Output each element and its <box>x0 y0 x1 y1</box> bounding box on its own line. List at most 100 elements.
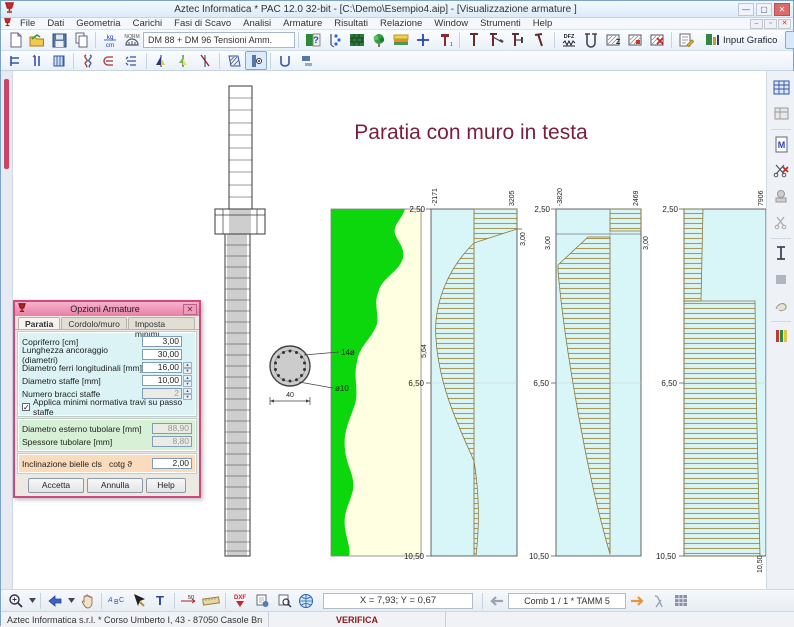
ibeam-icon[interactable] <box>769 241 793 265</box>
pan-hand-icon[interactable] <box>76 591 98 610</box>
lambda-icon[interactable] <box>648 591 670 610</box>
table-export-icon[interactable] <box>769 101 793 125</box>
new-document-icon[interactable] <box>4 31 26 50</box>
stamp-icon[interactable] <box>769 184 793 208</box>
bricks-icon[interactable] <box>346 31 368 50</box>
mdi-close-button[interactable]: ✕ <box>778 19 791 29</box>
menu-dati[interactable]: Dati <box>41 18 70 29</box>
wall-section-icon[interactable] <box>4 51 26 70</box>
maximize-button[interactable]: ▢ <box>756 3 772 16</box>
menu-carichi[interactable]: Carichi <box>127 18 169 29</box>
menu-fasi-di-scavo[interactable]: Fasi di Scavo <box>168 18 237 29</box>
tab-paratia[interactable]: Paratia <box>18 317 60 329</box>
menu-armature[interactable]: Armature <box>277 18 328 29</box>
undo-menu-arrow-icon[interactable] <box>66 591 76 610</box>
color-bars-icon[interactable] <box>769 324 793 348</box>
spring-dfz-icon[interactable]: DFZ <box>558 31 580 50</box>
menu-risultati[interactable]: Risultati <box>328 18 374 29</box>
hatch-delete-icon[interactable] <box>646 31 668 50</box>
u-profile-icon[interactable] <box>274 51 296 70</box>
combination-selector[interactable]: Comb 1 / 1 * TAMM 5 <box>508 593 626 609</box>
dxf-export-icon[interactable]: DXF <box>229 591 251 610</box>
bielle-field[interactable]: 2,00 <box>152 458 192 469</box>
accetta-button[interactable]: Accetta <box>28 478 84 493</box>
copriferro-field[interactable]: 3,00 <box>142 336 182 347</box>
normative-icon[interactable]: NORM <box>121 31 143 50</box>
stirrup-e-icon[interactable] <box>99 51 121 70</box>
minimize-button[interactable]: — <box>738 3 754 16</box>
save-icon[interactable] <box>48 31 70 50</box>
ruler-icon[interactable] <box>200 591 222 610</box>
dock-handle[interactable] <box>4 79 9 169</box>
rebar-vertical-icon[interactable] <box>26 51 48 70</box>
next-comb-icon[interactable] <box>626 591 648 610</box>
hatch-section-icon[interactable] <box>223 51 245 70</box>
measure-50-icon[interactable]: 50 <box>178 591 200 610</box>
shear-diagram-icon[interactable] <box>172 51 194 70</box>
sketch-icon[interactable] <box>769 293 793 317</box>
fill-square-icon[interactable] <box>769 267 793 291</box>
menu-help[interactable]: Help <box>527 18 559 29</box>
tab-cordolo-muro[interactable]: Cordolo/muro <box>61 317 127 329</box>
stirrup-double-icon[interactable] <box>121 51 143 70</box>
ferri-longitudinali-spinner[interactable]: ▲▼ <box>183 362 192 373</box>
open-folder-icon[interactable] <box>26 31 48 50</box>
menu-window[interactable]: Window <box>428 18 474 29</box>
print-preview-icon[interactable] <box>273 591 295 610</box>
print-setup-icon[interactable] <box>251 591 273 610</box>
ferri-longitudinali-field[interactable]: 16,00 <box>142 362 182 373</box>
select-pointer-icon[interactable] <box>127 591 149 610</box>
close-button[interactable]: ✕ <box>774 3 790 16</box>
rebar-mesh-icon[interactable] <box>48 51 70 70</box>
web-globe-icon[interactable] <box>295 591 317 610</box>
soil-layers-icon[interactable] <box>390 31 412 50</box>
diametro-staffe-field[interactable]: 10,00 <box>142 375 182 386</box>
clamp-icon[interactable] <box>580 31 602 50</box>
mdi-restore-button[interactable]: ▫ <box>764 19 777 29</box>
prev-comb-icon[interactable] <box>486 591 508 610</box>
notes-icon[interactable] <box>675 31 697 50</box>
dialog-title-bar[interactable]: Opzioni Armature ✕ <box>15 302 199 316</box>
menu-strumenti[interactable]: Strumenti <box>474 18 527 29</box>
undo-view-icon[interactable] <box>44 591 66 610</box>
ancoraggio-field[interactable]: 30,00 <box>142 349 182 360</box>
axes-icon[interactable] <box>412 31 434 50</box>
input-grafico-button[interactable]: Input Grafico <box>697 31 785 49</box>
menu-relazione[interactable]: Relazione <box>374 18 428 29</box>
annulla-button[interactable]: Annulla <box>87 478 143 493</box>
text-abc-icon[interactable]: ABC <box>105 591 127 610</box>
zoom-icon[interactable] <box>5 591 27 610</box>
pile-hammer-icon[interactable]: 1 <box>434 31 456 50</box>
cut-icon[interactable] <box>769 210 793 234</box>
diametro-staffe-spinner[interactable]: ▲▼ <box>183 375 192 386</box>
legend-icon[interactable] <box>296 51 318 70</box>
stirrup-s-icon[interactable] <box>77 51 99 70</box>
vegetation-icon[interactable] <box>368 31 390 50</box>
minimi-normativa-checkbox[interactable]: ✓ <box>22 403 30 411</box>
pile-tieback-icon[interactable] <box>529 31 551 50</box>
hatch-z-icon[interactable]: Z <box>602 31 624 50</box>
units-kgcm-icon[interactable]: kgcm <box>99 31 121 50</box>
normative-selector[interactable]: DM 88 + DM 96 Tensioni Amm. <box>143 32 295 48</box>
pile-icon[interactable] <box>463 31 485 50</box>
mdi-minimize-button[interactable]: ‒ <box>750 19 763 29</box>
hatch-icon[interactable] <box>624 31 646 50</box>
pressure-line-icon[interactable] <box>194 51 216 70</box>
menu-geometria[interactable]: Geometria <box>70 18 126 29</box>
zoom-menu-arrow-icon[interactable] <box>27 591 37 610</box>
table-icon[interactable] <box>769 75 793 99</box>
moment-diagram-icon[interactable] <box>150 51 172 70</box>
copy-icon[interactable] <box>70 31 92 50</box>
grid-icon[interactable] <box>670 591 692 610</box>
menu-file[interactable]: File <box>14 18 41 29</box>
report-m-icon[interactable]: M <box>769 132 793 156</box>
pile-plate-icon[interactable] <box>507 31 529 50</box>
dialog-close-icon[interactable]: ✕ <box>183 304 197 315</box>
grafica-button[interactable]: Grafica <box>785 31 794 49</box>
help-button[interactable]: Help <box>146 478 186 493</box>
text-t-icon[interactable]: T <box>149 591 171 610</box>
cut-remove-icon[interactable] <box>769 158 793 182</box>
analysis-question-icon[interactable]: ? <box>302 31 324 50</box>
menu-analisi[interactable]: Analisi <box>237 18 277 29</box>
tab-imposta-minimi[interactable]: Imposta minimi <box>128 317 195 329</box>
